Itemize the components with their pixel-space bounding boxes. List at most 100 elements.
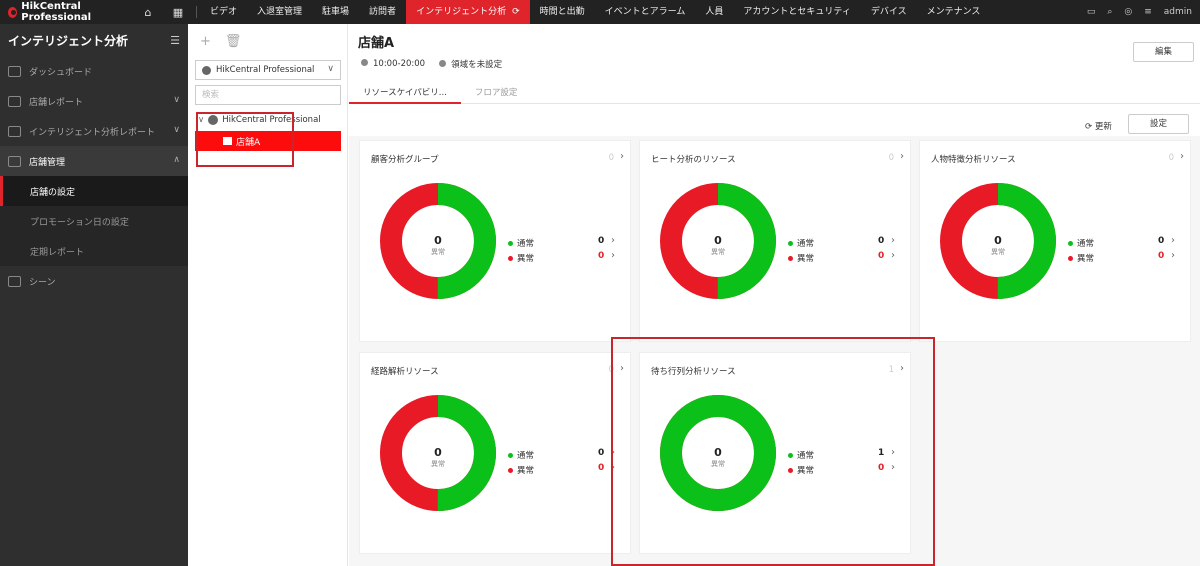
sidebar-item-store-management[interactable]: 店舗管理 ∧	[0, 146, 188, 176]
clock-icon	[361, 59, 368, 66]
legend-dot-icon	[1068, 255, 1073, 261]
refresh-icon[interactable]: ⟳	[512, 0, 520, 24]
chevron-right-icon[interactable]: ›	[1171, 250, 1175, 261]
legend-label: 異常	[517, 254, 535, 264]
resource-card[interactable]: 顧客分析グループ 0 › 0 異常 通常 0 › 異常 0 ›	[359, 140, 631, 342]
chevron-right-icon[interactable]: ›	[1180, 151, 1184, 162]
nav-device[interactable]: デバイス	[861, 0, 917, 24]
delete-icon[interactable]: 🗑	[225, 34, 242, 49]
resource-card[interactable]: ヒート分析のリソース 0 › 0 異常 通常 0 › 異常 0 ›	[639, 140, 911, 342]
nav-video[interactable]: ビデオ	[200, 0, 247, 24]
legend-abnormal: 異常	[1068, 252, 1094, 264]
site-select[interactable]: HikCentral Professional ∨	[195, 60, 341, 80]
nav-maintenance[interactable]: メンテナンス	[917, 0, 991, 24]
refresh-button[interactable]: ⟳ 更新	[1085, 120, 1112, 132]
compass-icon[interactable]: ◎	[1124, 7, 1132, 17]
card-title: 人物特徴分析リソース	[931, 155, 1016, 165]
grid-menu-icon[interactable]: ▦	[163, 0, 193, 24]
sidebar-item-analysis-report[interactable]: インテリジェント分析レポート ∨	[0, 116, 188, 146]
sidebar-item-store-report[interactable]: 店舗レポート ∨	[0, 86, 188, 116]
legend-label: 異常	[797, 254, 815, 264]
legend-label: 通常	[517, 451, 535, 461]
nav-event-alarm[interactable]: イベントとアラーム	[595, 0, 696, 24]
menu-icon[interactable]: ≡	[1144, 7, 1152, 17]
chevron-right-icon[interactable]: ›	[900, 151, 904, 162]
resource-card[interactable]: 経路解析リソース 0 › 0 異常 通常 0 › 異常 0 ›	[359, 352, 631, 554]
sidebar-item-scene[interactable]: シーン	[0, 266, 188, 296]
card-count: 0	[888, 153, 894, 163]
sidebar-item-label: インテリジェント分析レポート	[29, 127, 156, 138]
report-icon	[8, 125, 21, 137]
donut-center-value: 0	[434, 446, 442, 459]
nav-parking[interactable]: 駐車場	[312, 0, 359, 24]
highlight-box	[611, 337, 935, 566]
chevron-right-icon[interactable]: ›	[891, 250, 895, 261]
main-nav: ビデオ 入退室管理 駐車場 訪問者 インテリジェント分析 ⟳ 時間と出勤 イベント…	[200, 0, 990, 24]
scene-icon	[8, 275, 21, 287]
top-bar-tools: ▭ ⌕ ◎ ≡ admin	[1087, 0, 1200, 24]
sidebar-sub-store-settings[interactable]: 店舗の設定	[0, 176, 188, 206]
folder-icon[interactable]: ▭	[1087, 7, 1096, 17]
sidebar-sub-scheduled-report[interactable]: 定期レポート	[0, 236, 188, 266]
tab-floor-settings[interactable]: フロア設定	[461, 82, 532, 104]
store-tree-panel: + 🗑 HikCentral Professional ∨ 検索 ∨ HikCent…	[188, 24, 348, 566]
report-icon	[8, 95, 21, 107]
nav-intelligent-analysis[interactable]: インテリジェント分析 ⟳	[406, 0, 530, 24]
nav-visitor[interactable]: 訪問者	[359, 0, 406, 24]
edit-button[interactable]: 編集	[1133, 42, 1194, 62]
legend-dot-icon	[788, 255, 793, 261]
search-icon[interactable]: ⌕	[1107, 7, 1112, 17]
tab-resource-capability[interactable]: リソースケイパビリ...	[349, 82, 461, 104]
legend-normal: 通常	[508, 237, 534, 249]
sidebar-sub-promotion-days[interactable]: プロモーション日の設定	[0, 206, 188, 236]
chevron-right-icon[interactable]: ›	[611, 235, 615, 246]
chevron-right-icon[interactable]: ›	[620, 151, 624, 162]
sidebar-item-label: 店舗管理	[29, 157, 66, 168]
settings-button[interactable]: 設定	[1128, 114, 1189, 134]
chevron-right-icon[interactable]: ›	[611, 250, 615, 261]
sidebar-item-dashboard[interactable]: ダッシュボード	[0, 56, 188, 86]
tree-toolbar: + 🗑	[188, 24, 347, 58]
legend-dot-icon	[508, 452, 513, 458]
donut-center-label: 異常	[431, 248, 445, 256]
card-title: 経路解析リソース	[371, 367, 439, 377]
donut-center-label: 異常	[991, 248, 1005, 256]
donut-center-label: 異常	[431, 460, 445, 468]
card-count: 0	[1168, 153, 1174, 163]
legend-abnormal: 異常	[508, 252, 534, 264]
nav-account-security[interactable]: アカウントとセキュリティ	[733, 0, 860, 24]
divider	[196, 6, 197, 18]
page-title: 店舗A	[358, 36, 395, 51]
store-settings-icon	[8, 155, 21, 167]
legend-dot-icon	[508, 467, 513, 473]
nav-access-control[interactable]: 入退室管理	[247, 0, 312, 24]
legend-dot-icon	[788, 240, 793, 246]
collapse-sidebar-icon[interactable]: ☰	[170, 34, 180, 47]
chevron-down-icon: ∨	[327, 64, 334, 74]
nav-time-attendance[interactable]: 時間と出勤	[530, 0, 595, 24]
chevron-up-icon: ∧	[173, 155, 180, 165]
card-count: 0	[608, 153, 614, 163]
chevron-right-icon[interactable]: ›	[891, 235, 895, 246]
add-icon[interactable]: +	[200, 34, 211, 49]
legend-label: 異常	[517, 466, 535, 476]
chevron-right-icon[interactable]: ›	[1171, 235, 1175, 246]
resource-card[interactable]: 人物特徴分析リソース 0 › 0 異常 通常 0 › 異常 0 ›	[919, 140, 1191, 342]
legend-abnormal: 異常	[508, 464, 534, 476]
legend-value-normal: 0	[598, 448, 605, 458]
legend-label: 通常	[797, 239, 815, 249]
store-area-text: 領域を未設定	[451, 60, 503, 70]
dashboard-icon	[8, 65, 21, 77]
nav-person[interactable]: 人員	[695, 0, 733, 24]
tab-bar: リソースケイパビリ... フロア設定	[349, 82, 1200, 104]
user-name[interactable]: admin	[1164, 7, 1192, 17]
legend-label: 通常	[1077, 239, 1095, 249]
card-title: 顧客分析グループ	[371, 155, 439, 165]
search-input[interactable]: 検索	[195, 85, 341, 105]
donut-center-value: 0	[994, 234, 1002, 247]
sidebar-item-label: ダッシュボード	[29, 67, 93, 78]
legend-value-abnormal: 0	[598, 251, 605, 261]
legend-normal: 通常	[1068, 237, 1094, 249]
home-icon[interactable]: ⌂	[133, 0, 163, 24]
nav-intelligent-analysis-label: インテリジェント分析	[416, 7, 507, 17]
